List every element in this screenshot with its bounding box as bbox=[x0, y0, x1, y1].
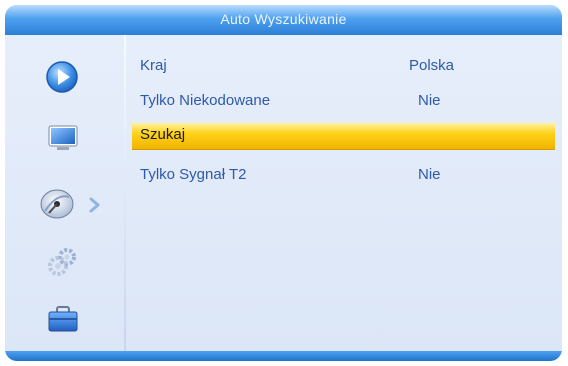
play-circle-icon bbox=[46, 61, 78, 93]
sidebar-item-settings[interactable] bbox=[47, 247, 79, 282]
title-bar: Auto Wyszukiwanie bbox=[5, 5, 562, 35]
chevron-right-icon bbox=[89, 197, 100, 213]
monitor-icon bbox=[48, 125, 78, 150]
sidebar-item-tools[interactable] bbox=[47, 305, 79, 338]
page-title: Auto Wyszukiwanie bbox=[220, 11, 347, 27]
sidebar-item-tv[interactable] bbox=[48, 125, 78, 158]
menu-row-label: Szukaj bbox=[140, 126, 186, 143]
sidebar-item-satellite[interactable] bbox=[39, 185, 100, 226]
bottom-bar bbox=[5, 351, 562, 361]
menu-row-value: Nie bbox=[418, 166, 441, 183]
sidebar-item-play[interactable] bbox=[45, 60, 79, 99]
menu-row-value: Polska bbox=[409, 57, 455, 74]
menu-row-szukaj[interactable]: Szukaj bbox=[132, 123, 555, 150]
gear-icon bbox=[48, 248, 76, 276]
menu-area bbox=[5, 35, 562, 351]
sidebar-divider bbox=[124, 35, 126, 351]
satellite-dish-icon bbox=[40, 189, 74, 219]
menu-row-label: Tylko Niekodowane bbox=[140, 92, 271, 109]
screen-frame: Auto Wyszukiwanie Kraj Polska Tylko Niek… bbox=[5, 5, 562, 361]
toolbox-icon bbox=[48, 306, 78, 332]
menu-row-label: Tylko Sygnał T2 bbox=[140, 166, 247, 183]
menu-row-value: Nie bbox=[418, 92, 441, 109]
menu-row-label: Kraj bbox=[140, 57, 167, 74]
